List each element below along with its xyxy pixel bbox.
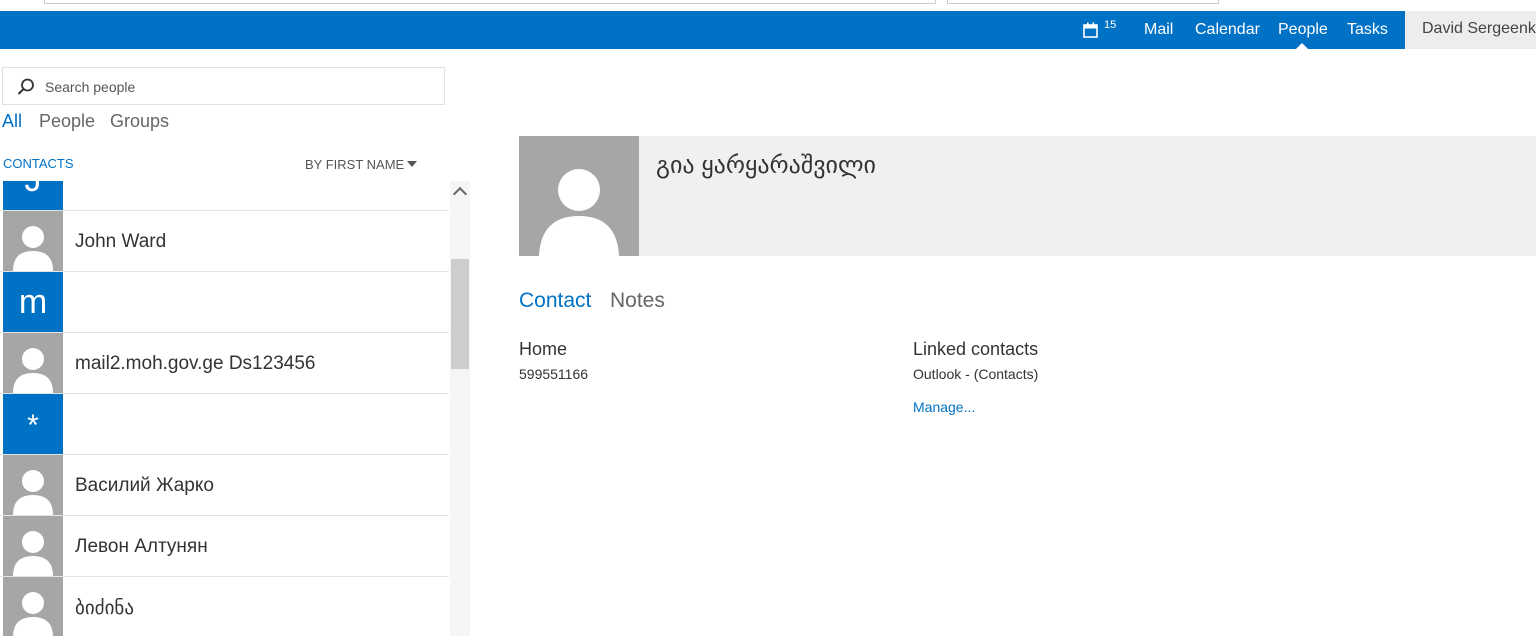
person-avatar-icon: [3, 455, 63, 515]
calendar-icon[interactable]: [1083, 22, 1099, 43]
scroll-up-arrow-icon[interactable]: [452, 186, 468, 202]
contact-name: Василий Жарко: [75, 475, 214, 496]
linked-contacts-label: Linked contacts: [913, 339, 1039, 359]
browser-top-strip: [0, 0, 1536, 11]
letter-tile-star: *: [3, 394, 63, 454]
list-item[interactable]: Василий Жарко: [0, 455, 449, 516]
contacts-folder-label[interactable]: CONTACTS: [3, 156, 74, 171]
letter-tile-j: J: [3, 181, 63, 210]
list-item[interactable]: ბიძინა: [0, 577, 449, 636]
contact-name: John Ward: [75, 231, 167, 252]
filter-all[interactable]: All: [2, 111, 22, 132]
manage-linked-contacts-link[interactable]: Manage...: [913, 399, 975, 415]
contact-name: Левон Алтунян: [75, 536, 208, 557]
linked-contacts-value: Outlook - (Contacts): [913, 366, 1039, 382]
home-phone-label: Home: [519, 339, 568, 359]
user-name: David Sergeenko: [1422, 20, 1536, 37]
caret-down-icon[interactable]: [407, 161, 417, 167]
active-nav-indicator: [1296, 43, 1308, 49]
person-avatar-icon: [3, 577, 63, 636]
tab-notes[interactable]: Notes: [610, 289, 665, 313]
contact-name: ბიძინა: [75, 598, 135, 619]
list-item[interactable]: m: [0, 272, 449, 333]
nav-tasks[interactable]: Tasks: [1347, 21, 1388, 39]
list-item[interactable]: John Ward: [0, 211, 449, 272]
filter-people[interactable]: People: [39, 111, 95, 132]
user-menu[interactable]: David Sergeenko: [1405, 11, 1536, 49]
nav-people[interactable]: People: [1278, 21, 1328, 39]
person-avatar-icon: [3, 333, 63, 393]
list-item[interactable]: J: [0, 181, 449, 211]
contact-full-name: გია ყარყარაშვილი: [656, 152, 876, 179]
browser-search-box[interactable]: [947, 0, 1219, 4]
tab-contact[interactable]: Contact: [519, 289, 591, 313]
scrollbar-thumb[interactable]: [451, 259, 469, 369]
home-phone-value: 599551166: [519, 366, 589, 382]
list-item[interactable]: mail2.moh.gov.ge Ds123456: [0, 333, 449, 394]
search-people-input[interactable]: [43, 75, 437, 99]
filter-groups[interactable]: Groups: [110, 111, 169, 132]
calendar-badge-count: 15: [1104, 19, 1117, 31]
contact-name: mail2.moh.gov.ge Ds123456: [75, 353, 316, 374]
list-item[interactable]: Левон Алтунян: [0, 516, 449, 577]
search-box: [2, 67, 445, 105]
contact-list: J John Ward m mail2.moh.gov.ge Ds123456 …: [0, 181, 449, 636]
list-item[interactable]: *: [0, 394, 449, 455]
person-avatar-icon: [3, 211, 63, 271]
nav-calendar[interactable]: Calendar: [1195, 21, 1260, 39]
address-bar[interactable]: [44, 0, 936, 4]
search-icon: [17, 78, 35, 101]
contact-photo-avatar-icon: [519, 136, 639, 256]
sort-dropdown[interactable]: BY FIRST NAME: [305, 157, 404, 172]
nav-mail[interactable]: Mail: [1144, 21, 1173, 39]
person-avatar-icon: [3, 516, 63, 576]
letter-tile-m: m: [3, 272, 63, 332]
list-scrollbar[interactable]: [450, 181, 470, 636]
